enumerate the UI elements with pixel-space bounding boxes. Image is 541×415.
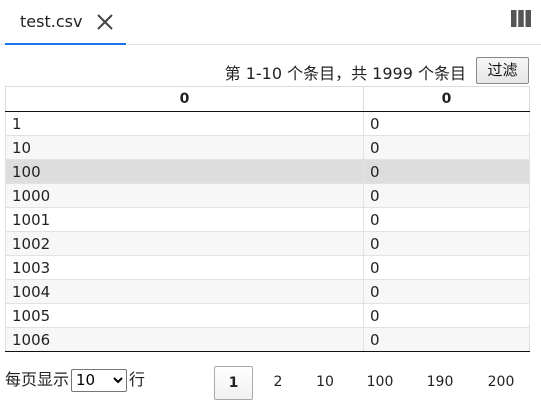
table-cell: 1 [5, 111, 364, 136]
tab-test-csv[interactable]: test.csv [5, 0, 126, 45]
table-cell: 0 [363, 303, 530, 328]
page-button[interactable]: 190 [422, 366, 458, 398]
table-cell: 1000 [5, 183, 364, 208]
table-cell: 1005 [5, 303, 364, 328]
tab-bar: test.csv [0, 0, 541, 45]
table-cell: 0 [363, 279, 530, 304]
table-cell: 0 [363, 255, 530, 280]
table-cell: 0 [363, 111, 530, 136]
table-cell: 1002 [5, 231, 364, 256]
filter-button[interactable]: 过滤 [476, 57, 529, 84]
table-cell: 1006 [5, 327, 364, 352]
table-cell: 1004 [5, 279, 364, 304]
table-row[interactable]: 1002 0 [5, 231, 530, 256]
table-cell: 0 [363, 207, 530, 232]
table-row[interactable]: 100 0 [5, 159, 530, 184]
table-cell: 1001 [5, 207, 364, 232]
page-length-prefix: 每页显示 [5, 370, 70, 389]
table-row[interactable]: 1005 0 [5, 303, 530, 328]
data-table: 0 0 1 0 10 0 100 0 1000 0 1001 0 1002 0 [5, 86, 530, 352]
table-row[interactable]: 1004 0 [5, 279, 530, 304]
page-button[interactable]: 2 [266, 366, 290, 398]
page-length-select[interactable]: 10 [71, 368, 128, 392]
header-row: 0 0 [5, 86, 530, 112]
page-button-current[interactable]: 1 [214, 366, 253, 400]
table-cell: 0 [363, 327, 530, 352]
table-cell: 100 [5, 159, 364, 184]
page-length-suffix: 行 [129, 370, 146, 389]
columns-icon[interactable] [511, 10, 531, 27]
table-info: 第 1-10 个条目，共 1999 个条目 [224, 64, 466, 83]
page-button[interactable]: 100 [362, 366, 398, 398]
table-cell: 10 [5, 135, 364, 160]
close-icon[interactable] [95, 12, 115, 32]
table-cell: 1003 [5, 255, 364, 280]
table-cell: 0 [363, 135, 530, 160]
table-row[interactable]: 10 0 [5, 135, 530, 160]
table-cell: 0 [363, 231, 530, 256]
table-row[interactable]: 1001 0 [5, 207, 530, 232]
column-header[interactable]: 0 [363, 86, 530, 112]
table-row[interactable]: 1003 0 [5, 255, 530, 280]
page-button[interactable]: 10 [311, 366, 339, 398]
table-cell: 0 [363, 159, 530, 184]
table-cell: 0 [363, 183, 530, 208]
page-button[interactable]: 200 [483, 366, 519, 398]
tab-label: test.csv [20, 12, 83, 31]
column-header[interactable]: 0 [5, 86, 364, 112]
page-length-control: 每页显示 10 行 [5, 366, 145, 392]
table-row[interactable]: 1000 0 [5, 183, 530, 208]
table-row[interactable]: 1 0 [5, 111, 530, 136]
table-row[interactable]: 1006 0 [5, 327, 530, 352]
